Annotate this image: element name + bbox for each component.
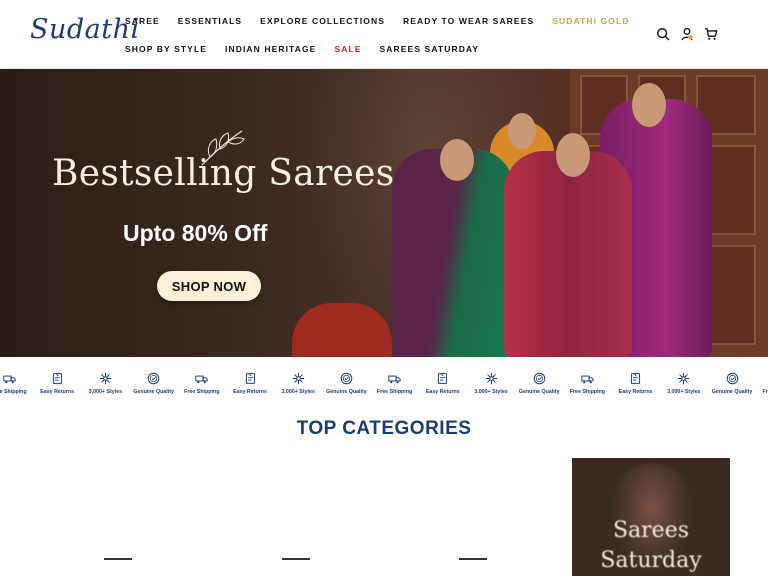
styles-icon [485,372,497,385]
cart-icon[interactable] [704,27,718,41]
search-icon[interactable] [656,27,670,41]
returns-icon [52,372,62,384]
nav-link-essentials[interactable]: ESSENTIALS [178,16,242,26]
hero-subtitle: Upto 80% Off [123,220,268,246]
styles-icon [292,372,304,385]
quality-badge-icon [340,372,353,385]
nav-link-ready-to-wear[interactable]: READY TO WEAR SAREES [403,16,534,26]
nav-link-indian-heritage[interactable]: INDIAN HERITAGE [225,44,316,54]
truck-icon [2,375,16,384]
quality-badge-icon [533,372,545,385]
section-title-top-categories: TOP CATEGORIES [296,418,472,439]
truck-icon [388,375,401,384]
quality-badge-icon [147,372,160,385]
brand-logo[interactable]: Sudathi [30,14,140,45]
cushion [292,303,392,357]
nav-link-saree[interactable]: SAREE [125,16,160,26]
header-actions [656,27,718,41]
main-nav-row-1: SAREE ESSENTIALS EXPLORE COLLECTIONS REA… [125,16,630,26]
shop-now-button[interactable]: SHOP NOW [157,271,261,301]
site-header: Sudathi SAREE ESSENTIALS EXPLORE COLLECT… [0,0,768,69]
category-card-label-line-1: Sarees [612,518,690,543]
hero-title: Bestselling Sarees [52,153,395,194]
features-marquee: Free ShippingEasy Returns3,000+ StylesGe… [0,372,768,400]
feature-label: Free Shipping [762,389,768,395]
main-nav-row-2: SHOP BY STYLE INDIAN HERITAGE SALE SAREE… [125,44,479,54]
category-placeholder-line [459,558,487,560]
nav-link-sale[interactable]: SALE [334,44,361,54]
styles-icon [99,372,112,385]
account-icon[interactable] [680,27,694,41]
nav-link-sudathi-gold[interactable]: SUDATHI GOLD [552,16,629,26]
category-card-label-line-2: Saturday [600,548,702,573]
nav-link-shop-by-style[interactable]: SHOP BY STYLE [125,44,207,54]
returns-icon [438,372,448,384]
hero-banner[interactable]: Bestselling Sarees Upto 80% Off SHOP NOW [0,69,768,357]
feature-item: Free Shipping [748,372,768,395]
returns-icon [245,372,255,384]
category-placeholder-line [104,558,132,560]
quality-badge-icon [726,372,738,385]
nav-link-explore-collections[interactable]: EXPLORE COLLECTIONS [260,16,385,26]
category-placeholder-line [282,558,310,560]
returns-icon [631,372,641,384]
category-card-label: Sarees Saturday [572,516,730,576]
nav-link-sarees-saturday[interactable]: SAREES SATURDAY [380,44,480,54]
truck-icon [581,375,594,384]
styles-icon [678,372,690,385]
truck-icon [195,375,208,384]
category-card-sarees-saturday[interactable]: Sarees Saturday [572,458,730,576]
